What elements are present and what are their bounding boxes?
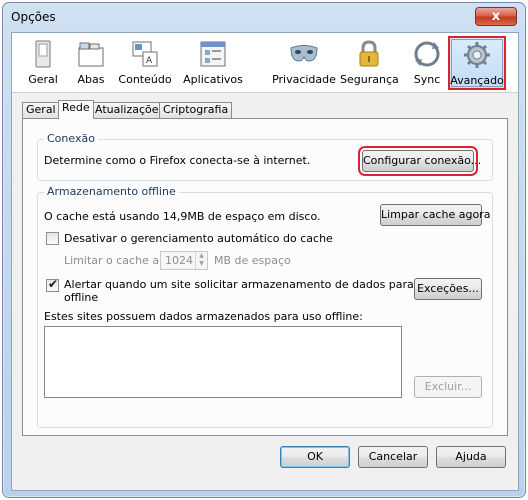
close-icon: x — [491, 9, 501, 24]
connection-group: Conexão Determine como o Firefox conecta… — [37, 132, 493, 181]
tab-geral[interactable]: Geral — [22, 102, 60, 118]
ok-button[interactable]: OK — [280, 446, 350, 468]
disable-auto-cache-label: Desativar o gerenciamento automático do … — [64, 232, 333, 245]
limit-cache-label: Limitar o cache a — [64, 254, 160, 267]
tab-criptografia[interactable]: Criptografia — [159, 102, 233, 118]
pane-label: Segurança — [340, 73, 399, 86]
connection-description: Determine como o Firefox conecta-se à in… — [44, 154, 311, 167]
offline-alert-checkbox[interactable]: ✔ — [46, 277, 59, 292]
stepper-arrows[interactable]: ▲ ▼ — [195, 252, 207, 269]
offline-sites-label: Estes sites possuem dados armazenados pa… — [44, 310, 363, 323]
offline-alert-label-line1: Alertar quando um site solicitar armazen… — [64, 278, 437, 291]
gear-icon — [464, 42, 490, 68]
padlock-icon — [359, 40, 379, 67]
pane-aplicativos[interactable]: Aplicativos — [180, 37, 246, 89]
clear-cache-button[interactable]: Limpar cache agora — [380, 204, 490, 226]
help-button[interactable]: Ajuda — [436, 446, 506, 468]
remove-site-button[interactable]: Excluir... — [414, 376, 482, 398]
chevron-down-icon: ▼ — [199, 260, 204, 267]
pane-avancado[interactable]: Avançado — [448, 36, 506, 90]
pane-label: Privacidade — [272, 73, 336, 86]
chevron-up-icon: ▲ — [199, 252, 204, 259]
svg-text:A: A — [146, 56, 153, 66]
pane-privacidade[interactable]: Privacidade — [272, 37, 336, 89]
checkmark-icon: ✔ — [48, 277, 59, 291]
pane-abas[interactable]: Abas — [68, 37, 114, 89]
sync-icon — [414, 41, 440, 67]
offline-alert-label-line2: offline — [64, 291, 99, 304]
dialog-client-area: Geral Abas A Conteúdo Aplicativos Privac… — [11, 32, 519, 491]
pane-label: Geral — [28, 73, 58, 86]
cache-limit-value: 1024 — [165, 254, 193, 267]
cache-limit-stepper[interactable]: 1024 ▲ ▼ — [160, 251, 208, 270]
pane-label: Avançado — [450, 74, 504, 87]
tab-atualizacoes[interactable]: Atualizações — [91, 102, 169, 118]
configure-connection-button[interactable]: Configurar conexão... — [358, 146, 481, 176]
applications-icon — [200, 41, 226, 67]
disable-auto-cache-checkbox[interactable] — [46, 232, 59, 245]
pane-label: Sync — [413, 73, 441, 86]
pane-label: Aplicativos — [183, 73, 243, 86]
pane-geral[interactable]: Geral — [20, 37, 66, 89]
offline-legend: Armazenamento offline — [44, 185, 179, 198]
window-title: Opções — [11, 10, 56, 24]
pane-label: Abas — [77, 73, 105, 86]
rede-tab-panel: Conexão Determine como o Firefox conecta… — [22, 118, 508, 436]
pane-sync[interactable]: Sync — [406, 37, 448, 89]
offline-sites-list[interactable] — [44, 326, 402, 398]
connection-legend: Conexão — [44, 132, 98, 145]
pane-label: Conteúdo — [118, 73, 172, 86]
mask-icon — [290, 45, 318, 62]
limit-cache-unit: MB de espaço — [214, 254, 291, 267]
content-icon: A — [132, 41, 158, 67]
tab-rede[interactable]: Rede — [58, 100, 94, 119]
preferences-toolbar: Geral Abas A Conteúdo Aplicativos Privac… — [12, 33, 518, 93]
exceptions-button[interactable]: Exceções... — [414, 278, 482, 300]
close-button[interactable]: x — [475, 7, 517, 26]
title-bar[interactable]: Opções x — [3, 3, 525, 33]
switch-icon — [35, 40, 51, 68]
offline-storage-group: Armazenamento offline O cache está usand… — [37, 185, 493, 428]
options-window: Opções x Geral Abas A Conteúdo Aplicativ… — [2, 2, 526, 498]
cache-usage-text: O cache está usando 14,9MB de espaço em … — [44, 210, 321, 223]
pane-conteudo[interactable]: A Conteúdo — [116, 37, 174, 89]
pane-seguranca[interactable]: Segurança — [340, 37, 399, 89]
cancel-button[interactable]: Cancelar — [358, 446, 428, 468]
tabs-icon — [78, 42, 104, 67]
